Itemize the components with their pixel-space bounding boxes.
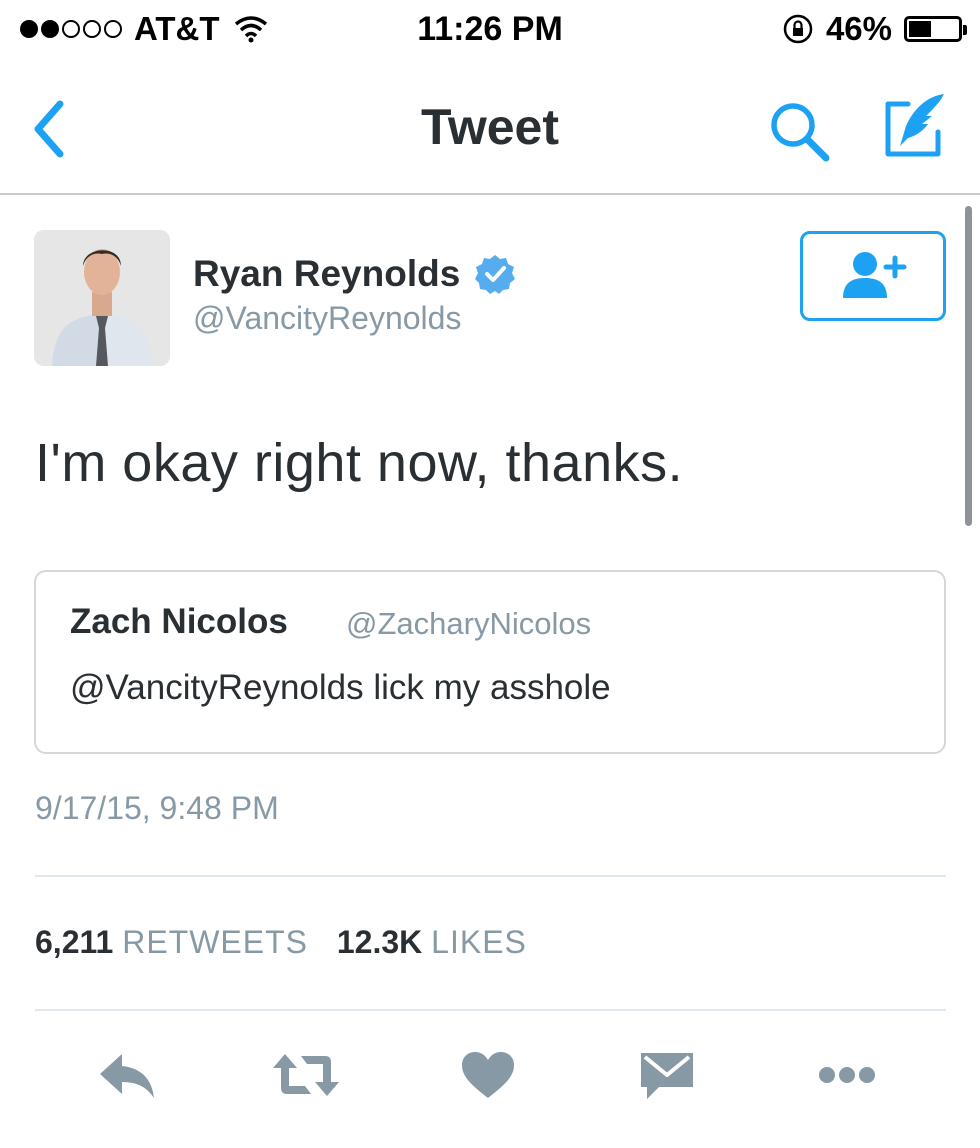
battery-icon xyxy=(904,16,967,42)
status-right: 46% xyxy=(782,10,967,48)
page-title: Tweet xyxy=(421,99,559,155)
retweets-count: 6,211 xyxy=(35,924,114,960)
author-handle[interactable]: @VancityReynolds xyxy=(193,300,461,337)
nav-bar: Tweet xyxy=(0,64,980,195)
quoted-author-handle: @ZacharyNicolos xyxy=(346,606,592,641)
tweet-stats: 6,211 RETWEETS 12.3K LIKES xyxy=(35,924,527,961)
retweet-icon xyxy=(273,1054,339,1096)
tweet-action-bar xyxy=(0,1040,980,1120)
reply-icon xyxy=(100,1054,154,1098)
status-bar: AT&T 11:26 PM 46% xyxy=(0,0,980,64)
quoted-author-name: Zach Nicolos xyxy=(70,602,288,641)
add-user-icon xyxy=(843,252,907,298)
direct-message-icon xyxy=(641,1053,693,1099)
rotation-lock-icon xyxy=(783,14,813,44)
search-icon[interactable] xyxy=(766,98,832,164)
compose-quill-icon[interactable] xyxy=(878,90,950,162)
direct-message-button[interactable] xyxy=(632,1040,702,1110)
author-name-row[interactable]: Ryan Reynolds xyxy=(193,253,516,295)
scrollbar[interactable] xyxy=(965,206,972,526)
like-button[interactable] xyxy=(453,1040,523,1110)
retweets-label: RETWEETS xyxy=(122,924,308,960)
author-name[interactable]: Ryan Reynolds xyxy=(193,253,460,295)
more-icon xyxy=(819,1067,875,1083)
battery-percent: 46% xyxy=(825,10,892,47)
reply-button[interactable] xyxy=(93,1040,163,1110)
likes-count: 12.3K xyxy=(336,924,423,960)
more-button[interactable] xyxy=(812,1040,882,1110)
tweet-text: I'm okay right now, thanks. xyxy=(35,433,684,493)
follow-button[interactable] xyxy=(800,231,946,321)
tweet-timestamp: 9/17/15, 9:48 PM xyxy=(35,790,279,826)
avatar-photo xyxy=(34,230,170,366)
retweet-button[interactable] xyxy=(271,1040,341,1110)
likes-label: LIKES xyxy=(431,924,527,960)
verified-badge-icon xyxy=(475,255,516,294)
divider xyxy=(35,875,946,877)
retweets-stat[interactable]: 6,211 RETWEETS xyxy=(35,924,317,960)
likes-stat[interactable]: 12.3K LIKES xyxy=(337,924,527,960)
like-icon xyxy=(462,1052,514,1098)
divider xyxy=(35,1009,946,1011)
avatar[interactable] xyxy=(34,230,170,366)
quoted-tweet[interactable]: Zach Nicolos @ZacharyNicolos @VancityRey… xyxy=(34,570,946,754)
quoted-tweet-text: @VancityReynolds lick my asshole xyxy=(70,668,611,707)
